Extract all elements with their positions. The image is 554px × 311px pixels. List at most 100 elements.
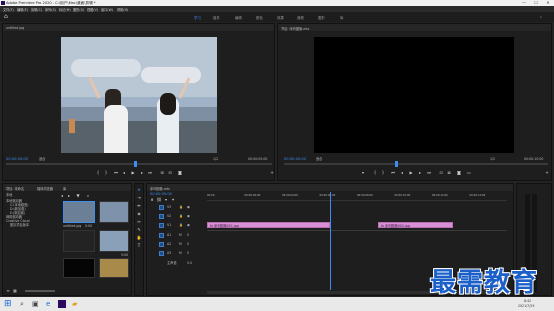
wrench-icon[interactable]: ✦ <box>170 197 176 203</box>
media-thumbnail[interactable] <box>63 230 95 252</box>
lock-icon[interactable]: 🔒 <box>179 205 183 209</box>
solo-icon[interactable]: S <box>187 233 189 237</box>
mark-in-icon[interactable]: { <box>372 170 378 176</box>
source-scale-select[interactable]: 1/2 <box>213 157 218 161</box>
video-clip[interactable]: fx 序列图像002.jpg <box>378 222 453 228</box>
source-patch-icon[interactable] <box>159 233 164 238</box>
media-thumbnail[interactable] <box>99 201 129 223</box>
hand-tool-icon[interactable]: ✋ <box>136 235 142 241</box>
workspace-graphics[interactable]: 图形 <box>318 15 325 20</box>
step-back-icon[interactable]: ⏮ <box>390 170 396 176</box>
source-patch-icon[interactable] <box>159 214 164 219</box>
mark-in-icon[interactable]: ▾ <box>360 170 366 176</box>
type-tool-icon[interactable]: T <box>136 243 142 249</box>
source-patch-icon[interactable] <box>159 242 164 247</box>
mute-icon[interactable]: M <box>179 251 182 255</box>
workspace-learning[interactable]: 学习 <box>194 15 201 20</box>
search-icon[interactable]: ⌕ <box>540 15 542 19</box>
timeline-ruler[interactable]: 00:00 00:00:02:00 00:00:04:00 00:00:06:00 00… <box>207 193 507 201</box>
search-icon[interactable]: ⌕ <box>20 300 24 309</box>
insert-icon[interactable]: ⊞ <box>159 170 165 176</box>
mute-icon[interactable]: M <box>179 233 182 237</box>
workspace-editing[interactable]: 编辑 <box>235 15 242 20</box>
step-forward-icon[interactable]: ⏭ <box>426 170 432 176</box>
eye-icon[interactable]: ◉ <box>187 214 190 218</box>
frame-forward-icon[interactable]: ▸ <box>139 170 145 176</box>
solo-icon[interactable]: S <box>187 251 189 255</box>
overwrite-icon[interactable]: ⊟ <box>167 170 173 176</box>
source-fit-select[interactable]: 适合 <box>39 157 45 161</box>
icon-view-icon[interactable]: ▦ <box>12 288 18 294</box>
list-view-icon[interactable]: ≡ <box>5 288 11 294</box>
solo-icon[interactable]: S <box>187 242 189 246</box>
forward-icon[interactable]: ▸ <box>66 193 72 199</box>
workspace-color[interactable]: 颜色 <box>256 15 263 20</box>
frame-forward-icon[interactable]: ▸ <box>417 170 423 176</box>
frame-back-icon[interactable]: ◂ <box>399 170 405 176</box>
extract-icon[interactable]: ⊠ <box>446 170 452 176</box>
play-icon[interactable]: ▶ <box>408 170 414 176</box>
workspace-effects[interactable]: 效果 <box>277 15 284 20</box>
program-scale-select[interactable]: 1/2 <box>490 157 495 161</box>
track-select-tool-icon[interactable]: ⇥ <box>136 195 142 201</box>
add-button-icon[interactable]: + <box>269 170 275 176</box>
folder-icon[interactable]: ▰ <box>72 300 77 308</box>
mark-in-icon[interactable]: { <box>95 170 101 176</box>
home-icon[interactable]: ⌂ <box>4 14 10 20</box>
step-back-icon[interactable]: ⏮ <box>113 170 119 176</box>
comparison-view-icon[interactable]: ▭ <box>466 170 472 176</box>
frame-back-icon[interactable]: ◂ <box>121 170 127 176</box>
play-icon[interactable]: ▶ <box>130 170 136 176</box>
source-patch-icon[interactable] <box>159 223 164 228</box>
workspace-assembly[interactable]: 组件 <box>213 15 220 20</box>
zoom-slider[interactable] <box>25 290 55 292</box>
workspace-audio[interactable]: 音频 <box>297 15 304 20</box>
back-icon[interactable]: ◂ <box>59 193 65 199</box>
media-thumbnail[interactable] <box>99 230 129 252</box>
source-playhead[interactable] <box>134 161 137 167</box>
tab-media-browser[interactable]: 媒体浏览器 <box>37 186 53 191</box>
pen-tool-icon[interactable]: ✎ <box>136 227 142 233</box>
start-icon[interactable]: ⊞ <box>4 299 12 309</box>
mute-icon[interactable]: M <box>179 242 182 246</box>
mark-out-icon[interactable]: } <box>103 170 109 176</box>
search-icon[interactable]: ⌕ <box>85 193 91 199</box>
tab-project[interactable]: 项目: 未命名 <box>6 186 24 191</box>
step-forward-icon[interactable]: ⏭ <box>147 170 153 176</box>
export-frame-icon[interactable]: ◙ <box>456 170 462 176</box>
razor-tool-icon[interactable]: ◈ <box>136 211 142 217</box>
source-scrub-bar[interactable] <box>6 163 272 165</box>
media-thumbnail[interactable] <box>63 258 95 278</box>
timeline-playhead[interactable] <box>330 192 331 290</box>
media-thumbnail[interactable] <box>63 201 95 223</box>
video-clip[interactable]: fx 序列图像001.jpg <box>207 222 330 228</box>
premiere-taskbar-icon[interactable] <box>58 300 66 308</box>
add-button-icon[interactable]: + <box>544 170 550 176</box>
source-patch-icon[interactable] <box>159 205 164 210</box>
ripple-edit-tool-icon[interactable]: ⇹ <box>136 203 142 209</box>
tree-item[interactable]: 团队项目版本 <box>5 223 57 227</box>
edge-icon[interactable]: e <box>46 300 50 308</box>
eye-icon[interactable]: ◉ <box>187 223 190 227</box>
snap-icon[interactable]: ⋔ <box>149 197 155 203</box>
program-scrub-bar[interactable] <box>284 163 548 165</box>
media-thumbnail[interactable] <box>99 258 129 278</box>
program-fit-select[interactable]: 适合 <box>316 157 322 161</box>
task-view-icon[interactable]: ▣ <box>32 300 39 308</box>
export-frame-icon[interactable]: ◙ <box>177 170 183 176</box>
program-playhead[interactable] <box>394 161 398 167</box>
source-patch-icon[interactable] <box>159 251 164 256</box>
linked-selection-icon[interactable]: ⛓ <box>156 197 162 203</box>
selection-tool-icon[interactable]: ➤ <box>136 187 142 193</box>
lock-icon[interactable]: 🔒 <box>179 223 183 227</box>
mark-out-icon[interactable]: } <box>380 170 386 176</box>
lift-icon[interactable]: ⊡ <box>438 170 444 176</box>
workspace-libraries[interactable]: 库 <box>340 15 343 20</box>
filter-icon[interactable]: ▼ <box>75 193 81 199</box>
eye-icon[interactable]: ◉ <box>187 205 190 209</box>
slip-tool-icon[interactable]: ↔ <box>136 219 142 225</box>
add-marker-icon[interactable]: ▾ <box>163 197 169 203</box>
master-value[interactable]: 0.0 <box>187 261 192 265</box>
lock-icon[interactable]: 🔒 <box>179 214 183 218</box>
tab-libraries[interactable]: 库 <box>63 186 66 191</box>
